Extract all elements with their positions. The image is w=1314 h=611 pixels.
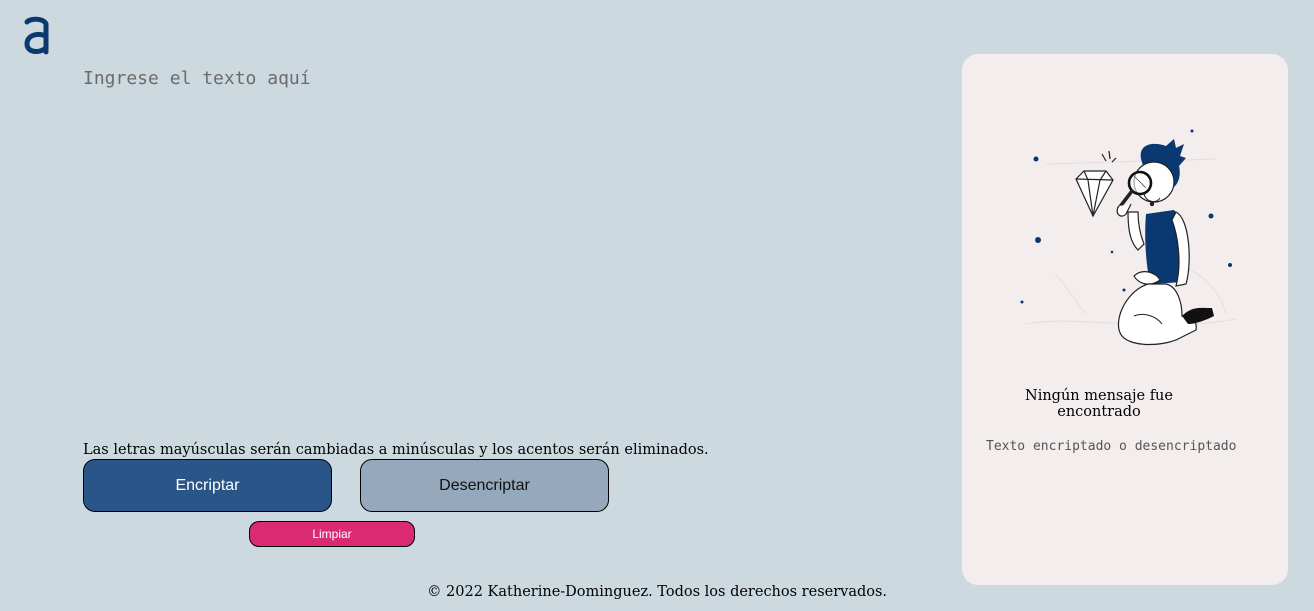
info-note: Las letras mayúsculas serán cambiadas a … (83, 442, 709, 458)
person-with-magnifying-glass-illustration (1016, 124, 1248, 364)
footer-copyright: © 2022 Katherine-Dominguez. Todos los de… (426, 584, 888, 600)
text-input[interactable] (83, 68, 903, 428)
encrypt-button[interactable]: Encriptar (83, 459, 332, 512)
no-message-subtitle: Texto encriptado o desencriptado (986, 439, 1237, 454)
alura-logo-icon (24, 16, 50, 56)
clear-button[interactable]: Limpiar (249, 521, 415, 547)
decrypt-button[interactable]: Desencriptar (360, 459, 609, 512)
no-message-title: Ningún mensaje fue encontrado (1025, 388, 1173, 420)
output-panel: Ningún mensaje fue encontrado Texto encr… (962, 54, 1288, 585)
